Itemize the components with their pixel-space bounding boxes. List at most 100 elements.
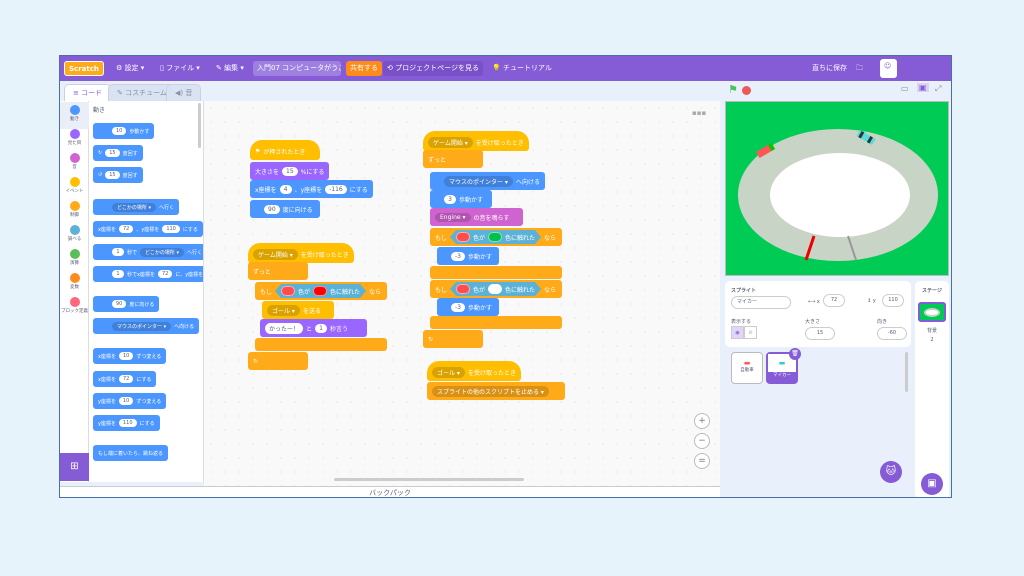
script-block[interactable]: スプライトの他のスクリプトを止める bbox=[427, 382, 565, 400]
palette-block[interactable]: x座標を 72 にする bbox=[93, 371, 157, 387]
category-4[interactable]: 制御 bbox=[60, 198, 89, 225]
palette-block[interactable]: y座標を 110 にする bbox=[93, 415, 160, 431]
category-5[interactable]: 調べる bbox=[60, 222, 89, 249]
block-input[interactable]: 90 bbox=[264, 204, 280, 214]
block-input[interactable]: 110 bbox=[118, 419, 137, 427]
block-dropdown[interactable]: ゲーム開始 bbox=[428, 137, 473, 148]
script-scrollbar[interactable] bbox=[334, 478, 524, 481]
project-page-button[interactable]: ⟲ プロジェクトページを見る bbox=[383, 61, 483, 76]
block-dropdown[interactable]: ゴール bbox=[267, 304, 300, 316]
normal-stage-icon[interactable]: ▣ bbox=[917, 83, 929, 92]
zoom-out-button[interactable]: − bbox=[694, 433, 710, 449]
script-block[interactable]: ずっと bbox=[248, 262, 308, 280]
stage[interactable] bbox=[725, 101, 949, 276]
color-picker[interactable] bbox=[281, 286, 295, 296]
palette-block[interactable]: 1秒でどこかの場所へ行く bbox=[93, 244, 203, 260]
add-extension-button[interactable]: ⊞ bbox=[60, 453, 89, 481]
color-picker[interactable] bbox=[488, 232, 502, 242]
small-stage-icon[interactable]: ▭ bbox=[901, 84, 909, 93]
palette-block[interactable]: どこかの場所へ行く bbox=[93, 199, 179, 215]
block-dropdown[interactable]: どこかの場所 bbox=[112, 202, 156, 212]
palette-block[interactable]: x座標を 10 ずつ変える bbox=[93, 348, 167, 364]
edit-menu[interactable]: ✎ 編集 ▾ bbox=[212, 61, 248, 76]
block-input[interactable]: 3 bbox=[444, 194, 456, 204]
script-block[interactable]: マウスのポインターへ向ける bbox=[430, 172, 545, 190]
show-visible-button[interactable]: ◉ bbox=[731, 326, 744, 339]
script-block[interactable] bbox=[430, 266, 562, 279]
script-block[interactable]: ゲーム開始を受け取ったとき bbox=[248, 243, 354, 263]
stop-icon[interactable] bbox=[742, 86, 751, 95]
script-block[interactable]: Engineの音を鳴らす bbox=[430, 208, 523, 226]
category-0[interactable]: 動き bbox=[60, 102, 89, 129]
block-input[interactable]: 10 bbox=[112, 127, 127, 135]
tutorial-menu[interactable]: 💡 チュートリアル bbox=[488, 61, 556, 76]
script-block[interactable]: ゴールを送る bbox=[262, 301, 334, 319]
palette-block[interactable]: もし端に着いたら、跳ね返る bbox=[93, 445, 169, 461]
block-input[interactable]: 1 bbox=[112, 270, 124, 278]
block-input[interactable]: 1 bbox=[112, 248, 124, 256]
script-block[interactable]: もし 色が 色に触れた なら bbox=[430, 228, 562, 246]
sprite-list-scrollbar[interactable] bbox=[905, 352, 908, 392]
block-dropdown[interactable]: マウスのポインター bbox=[444, 175, 513, 187]
touching-color-block[interactable]: 色が 色に触れた bbox=[450, 230, 541, 244]
script-block[interactable]: ↻ bbox=[248, 352, 308, 370]
block-input[interactable]: かったー！ bbox=[265, 322, 304, 334]
share-button[interactable]: 共有する bbox=[346, 61, 382, 76]
choose-backdrop-button[interactable]: ▣ bbox=[921, 473, 943, 495]
category-6[interactable]: 演算 bbox=[60, 246, 89, 273]
script-block[interactable]: -3 歩動かす bbox=[437, 247, 499, 265]
palette-block[interactable]: ↻ 15 度回す bbox=[93, 145, 143, 161]
script-block[interactable]: -3 歩動かす bbox=[437, 298, 499, 316]
block-input[interactable]: 1 bbox=[315, 323, 328, 333]
color-picker[interactable] bbox=[456, 284, 470, 294]
block-input[interactable]: -116 bbox=[325, 184, 347, 194]
x-input[interactable]: 72 bbox=[823, 294, 845, 307]
sprite-tile[interactable]: ▬ 自動車 bbox=[731, 352, 763, 384]
touching-color-block[interactable]: 色が 色に触れた bbox=[450, 282, 541, 296]
settings-menu[interactable]: ⚙ 設定 ▾ bbox=[112, 61, 148, 76]
block-input[interactable]: -3 bbox=[451, 251, 465, 261]
script-block[interactable]: ずっと bbox=[423, 150, 483, 168]
block-input[interactable]: 90 bbox=[112, 300, 127, 308]
zoom-reset-button[interactable]: = bbox=[694, 453, 710, 469]
direction-input[interactable]: -60 bbox=[877, 327, 907, 340]
zoom-in-button[interactable]: + bbox=[694, 413, 710, 429]
block-dropdown[interactable]: どこかの場所 bbox=[140, 247, 184, 257]
block-input[interactable]: 15 bbox=[282, 166, 298, 176]
green-flag-icon[interactable]: ⚑ bbox=[728, 83, 738, 96]
project-title-input[interactable]: 入門07 コンピュータがうご... bbox=[253, 61, 341, 76]
y-input[interactable]: 110 bbox=[882, 294, 904, 307]
palette-block[interactable]: ↺ 15 度回す bbox=[93, 167, 143, 183]
save-now-button[interactable]: 直ちに保存 bbox=[808, 61, 851, 76]
palette-block[interactable]: y座標を 10 ずつ変える bbox=[93, 393, 167, 409]
file-menu[interactable]: ▯ ファイル ▾ bbox=[156, 61, 204, 76]
script-block[interactable]: ⚑ が押されたとき bbox=[250, 140, 320, 160]
block-input[interactable]: -3 bbox=[451, 302, 465, 312]
block-input[interactable]: 72 bbox=[118, 375, 134, 383]
category-2[interactable]: 音 bbox=[60, 150, 89, 177]
palette-block[interactable]: x座標を 72 、y座標を 110 にする bbox=[93, 221, 203, 237]
script-block[interactable] bbox=[255, 338, 387, 351]
block-dropdown[interactable]: スプライトの他のスクリプトを止める bbox=[432, 385, 549, 397]
block-dropdown[interactable]: Engine bbox=[435, 212, 471, 222]
block-input[interactable]: 15 bbox=[105, 171, 120, 179]
category-3[interactable]: イベント bbox=[60, 174, 89, 201]
script-block[interactable]: ゴールを受け取ったとき bbox=[427, 361, 521, 381]
fullscreen-icon[interactable]: ⤢ bbox=[935, 84, 941, 94]
palette-block[interactable]: 90 度に向ける bbox=[93, 296, 160, 312]
show-hidden-button[interactable]: ⊘ bbox=[744, 326, 757, 339]
color-picker[interactable] bbox=[456, 232, 470, 242]
script-block[interactable]: かったー！と 1 秒言う bbox=[260, 319, 367, 337]
script-block[interactable] bbox=[430, 316, 562, 329]
block-input[interactable]: 72 bbox=[157, 270, 173, 278]
script-block[interactable]: x座標を 4 、y座標を -116 にする bbox=[250, 180, 373, 198]
trash-icon[interactable]: 🗑 bbox=[789, 348, 801, 360]
script-block[interactable]: ゲーム開始を受け取ったとき bbox=[423, 131, 529, 151]
palette-block[interactable]: 10 歩動かす bbox=[93, 123, 155, 139]
folder-icon[interactable]: 🗀 bbox=[852, 61, 867, 76]
category-8[interactable]: ブロック定義 bbox=[60, 294, 89, 321]
block-dropdown[interactable]: ゲーム開始 bbox=[253, 249, 298, 260]
color-picker[interactable] bbox=[313, 286, 327, 296]
color-picker[interactable] bbox=[488, 284, 502, 294]
stage-thumbnail[interactable] bbox=[918, 302, 946, 322]
